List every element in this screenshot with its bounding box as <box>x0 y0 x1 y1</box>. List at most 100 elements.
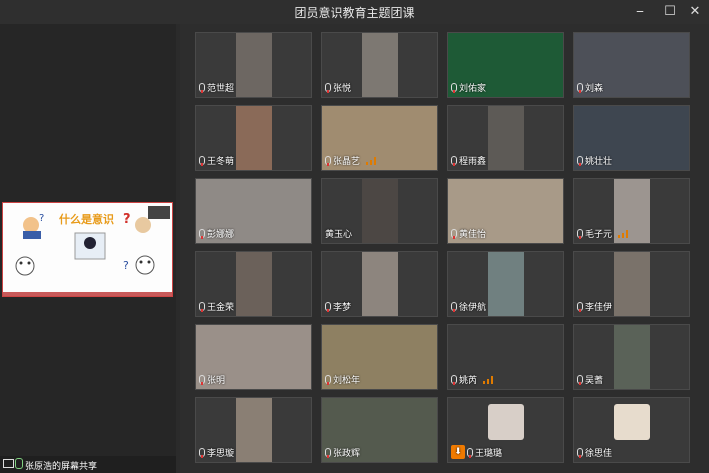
participant-tile[interactable]: 范世超 <box>195 32 312 98</box>
participant-tile[interactable]: 王金荣 <box>195 251 312 317</box>
mic-icon <box>199 83 205 93</box>
participant-name: 张政辉 <box>333 449 361 459</box>
screen-share-icon <box>3 459 14 468</box>
participant-tile[interactable]: 李梦 <box>321 251 438 317</box>
participant-name: 王冬萌 <box>207 157 235 167</box>
participant-name: 王金荣 <box>207 303 235 313</box>
participant-video <box>488 252 524 316</box>
user-icon: ⬇ <box>451 445 465 459</box>
window-title: 团员意识教育主题团课 <box>294 6 415 20</box>
participant-tile[interactable]: 张明 <box>195 324 312 390</box>
participant-name: 黄佳怡 <box>459 230 487 240</box>
speaking-indicator-icon <box>483 375 494 384</box>
participant-name: 刘松年 <box>333 376 361 386</box>
share-progress-line <box>3 292 172 296</box>
shared-slide-illustration: 什么是意识 ? ? ? <box>3 203 172 296</box>
mic-icon <box>199 229 205 239</box>
participant-grid: 范世超 张悦 刘佑家 刘森 王冬萌 张晶艺 程雨鑫 姚壮壮 彭娜娜 黄玉心 黄佳… <box>180 24 709 473</box>
participant-avatar <box>614 404 650 440</box>
participant-name: 李思璇 <box>207 449 235 459</box>
minimize-icon[interactable]: ⎯ <box>625 2 655 22</box>
participant-video <box>614 252 650 316</box>
svg-text:?: ? <box>123 212 131 227</box>
participant-tile[interactable]: 毛子元 <box>573 178 690 244</box>
participant-name: 黄玉心 <box>325 230 353 240</box>
participant-name: 毛子元 <box>585 230 613 240</box>
window-titlebar: 团员意识教育主题团课 ⎯ ☐ ✕ <box>0 0 709 24</box>
participant-name: 刘森 <box>585 84 604 94</box>
mic-icon <box>577 156 583 166</box>
participant-tile[interactable]: 黄佳怡 <box>447 178 564 244</box>
mic-icon <box>451 375 457 385</box>
mic-icon <box>199 448 205 458</box>
mic-icon <box>577 229 583 239</box>
participant-name: 彭娜娜 <box>207 230 235 240</box>
participant-video <box>362 179 398 243</box>
mic-icon <box>199 156 205 166</box>
participant-name: 姚壮壮 <box>585 157 613 167</box>
participant-tile[interactable]: 刘森 <box>573 32 690 98</box>
participant-tile[interactable]: 张晶艺 <box>321 105 438 171</box>
participant-tile[interactable]: 李思璇 <box>195 397 312 463</box>
mic-icon <box>577 375 583 385</box>
participant-tile[interactable]: ⬇ 王璐璐 <box>447 397 564 463</box>
participant-tile[interactable]: 徐伊航 <box>447 251 564 317</box>
mic-icon <box>15 458 23 469</box>
participant-name: 程雨鑫 <box>459 157 487 167</box>
mic-icon <box>325 156 331 166</box>
mic-icon <box>199 302 205 312</box>
mic-icon <box>451 83 457 93</box>
participant-tile[interactable]: 张悦 <box>321 32 438 98</box>
mic-icon <box>451 302 457 312</box>
participant-tile[interactable]: 王冬萌 <box>195 105 312 171</box>
slide-heading: 什么是意识 <box>59 212 114 226</box>
participant-tile[interactable]: 刘松年 <box>321 324 438 390</box>
mic-icon <box>451 229 457 239</box>
participant-name: 李佳伊 <box>585 303 613 313</box>
screen-share-thumbnail[interactable]: 什么是意识 ? ? ? <box>2 202 173 297</box>
participant-video <box>488 106 524 170</box>
participant-name: 徐伊航 <box>459 303 487 313</box>
participant-name: 张悦 <box>333 84 352 94</box>
participant-video <box>236 106 272 170</box>
speaking-indicator-icon <box>618 229 629 238</box>
participant-tile[interactable]: 程雨鑫 <box>447 105 564 171</box>
participant-tile[interactable]: 徐思佳 <box>573 397 690 463</box>
participant-tile[interactable]: 刘佑家 <box>447 32 564 98</box>
participant-tile[interactable]: 彭娜娜 <box>195 178 312 244</box>
participant-name: 徐思佳 <box>585 449 613 459</box>
participant-video <box>614 325 650 389</box>
participant-video <box>362 252 398 316</box>
mic-icon <box>577 83 583 93</box>
participant-tile[interactable]: 吴蓍 <box>573 324 690 390</box>
participant-video <box>236 398 272 462</box>
mic-icon <box>325 83 331 93</box>
participant-avatar <box>488 404 524 440</box>
mic-icon <box>467 447 473 458</box>
close-icon[interactable]: ✕ <box>680 2 709 22</box>
participant-video <box>362 33 398 97</box>
participant-name: 吴蓍 <box>585 376 604 386</box>
participant-name: 王璐璐 <box>475 448 503 459</box>
participant-video <box>236 252 272 316</box>
participant-tile[interactable]: 姚芮 <box>447 324 564 390</box>
participant-tile[interactable]: 黄玉心 <box>321 178 438 244</box>
participant-video <box>236 33 272 97</box>
share-caption-bar[interactable]: 张原浩的屏幕共享 <box>0 456 176 473</box>
mic-icon <box>325 302 331 312</box>
share-caption: 张原浩的屏幕共享 <box>25 462 98 472</box>
svg-text:?: ? <box>39 213 44 224</box>
participant-tile[interactable]: 姚壮壮 <box>573 105 690 171</box>
svg-text:?: ? <box>123 259 129 272</box>
participant-name: 姚芮 <box>459 376 478 386</box>
mic-icon <box>325 448 331 458</box>
participant-tile[interactable]: 张政辉 <box>321 397 438 463</box>
mic-icon <box>199 375 205 385</box>
mic-icon <box>451 156 457 166</box>
mic-icon <box>325 375 331 385</box>
participant-tile[interactable]: 李佳伊 <box>573 251 690 317</box>
participant-name: 张明 <box>207 376 226 386</box>
participant-name: 刘佑家 <box>459 84 487 94</box>
mic-icon <box>577 448 583 458</box>
speaking-indicator-icon <box>366 156 377 165</box>
